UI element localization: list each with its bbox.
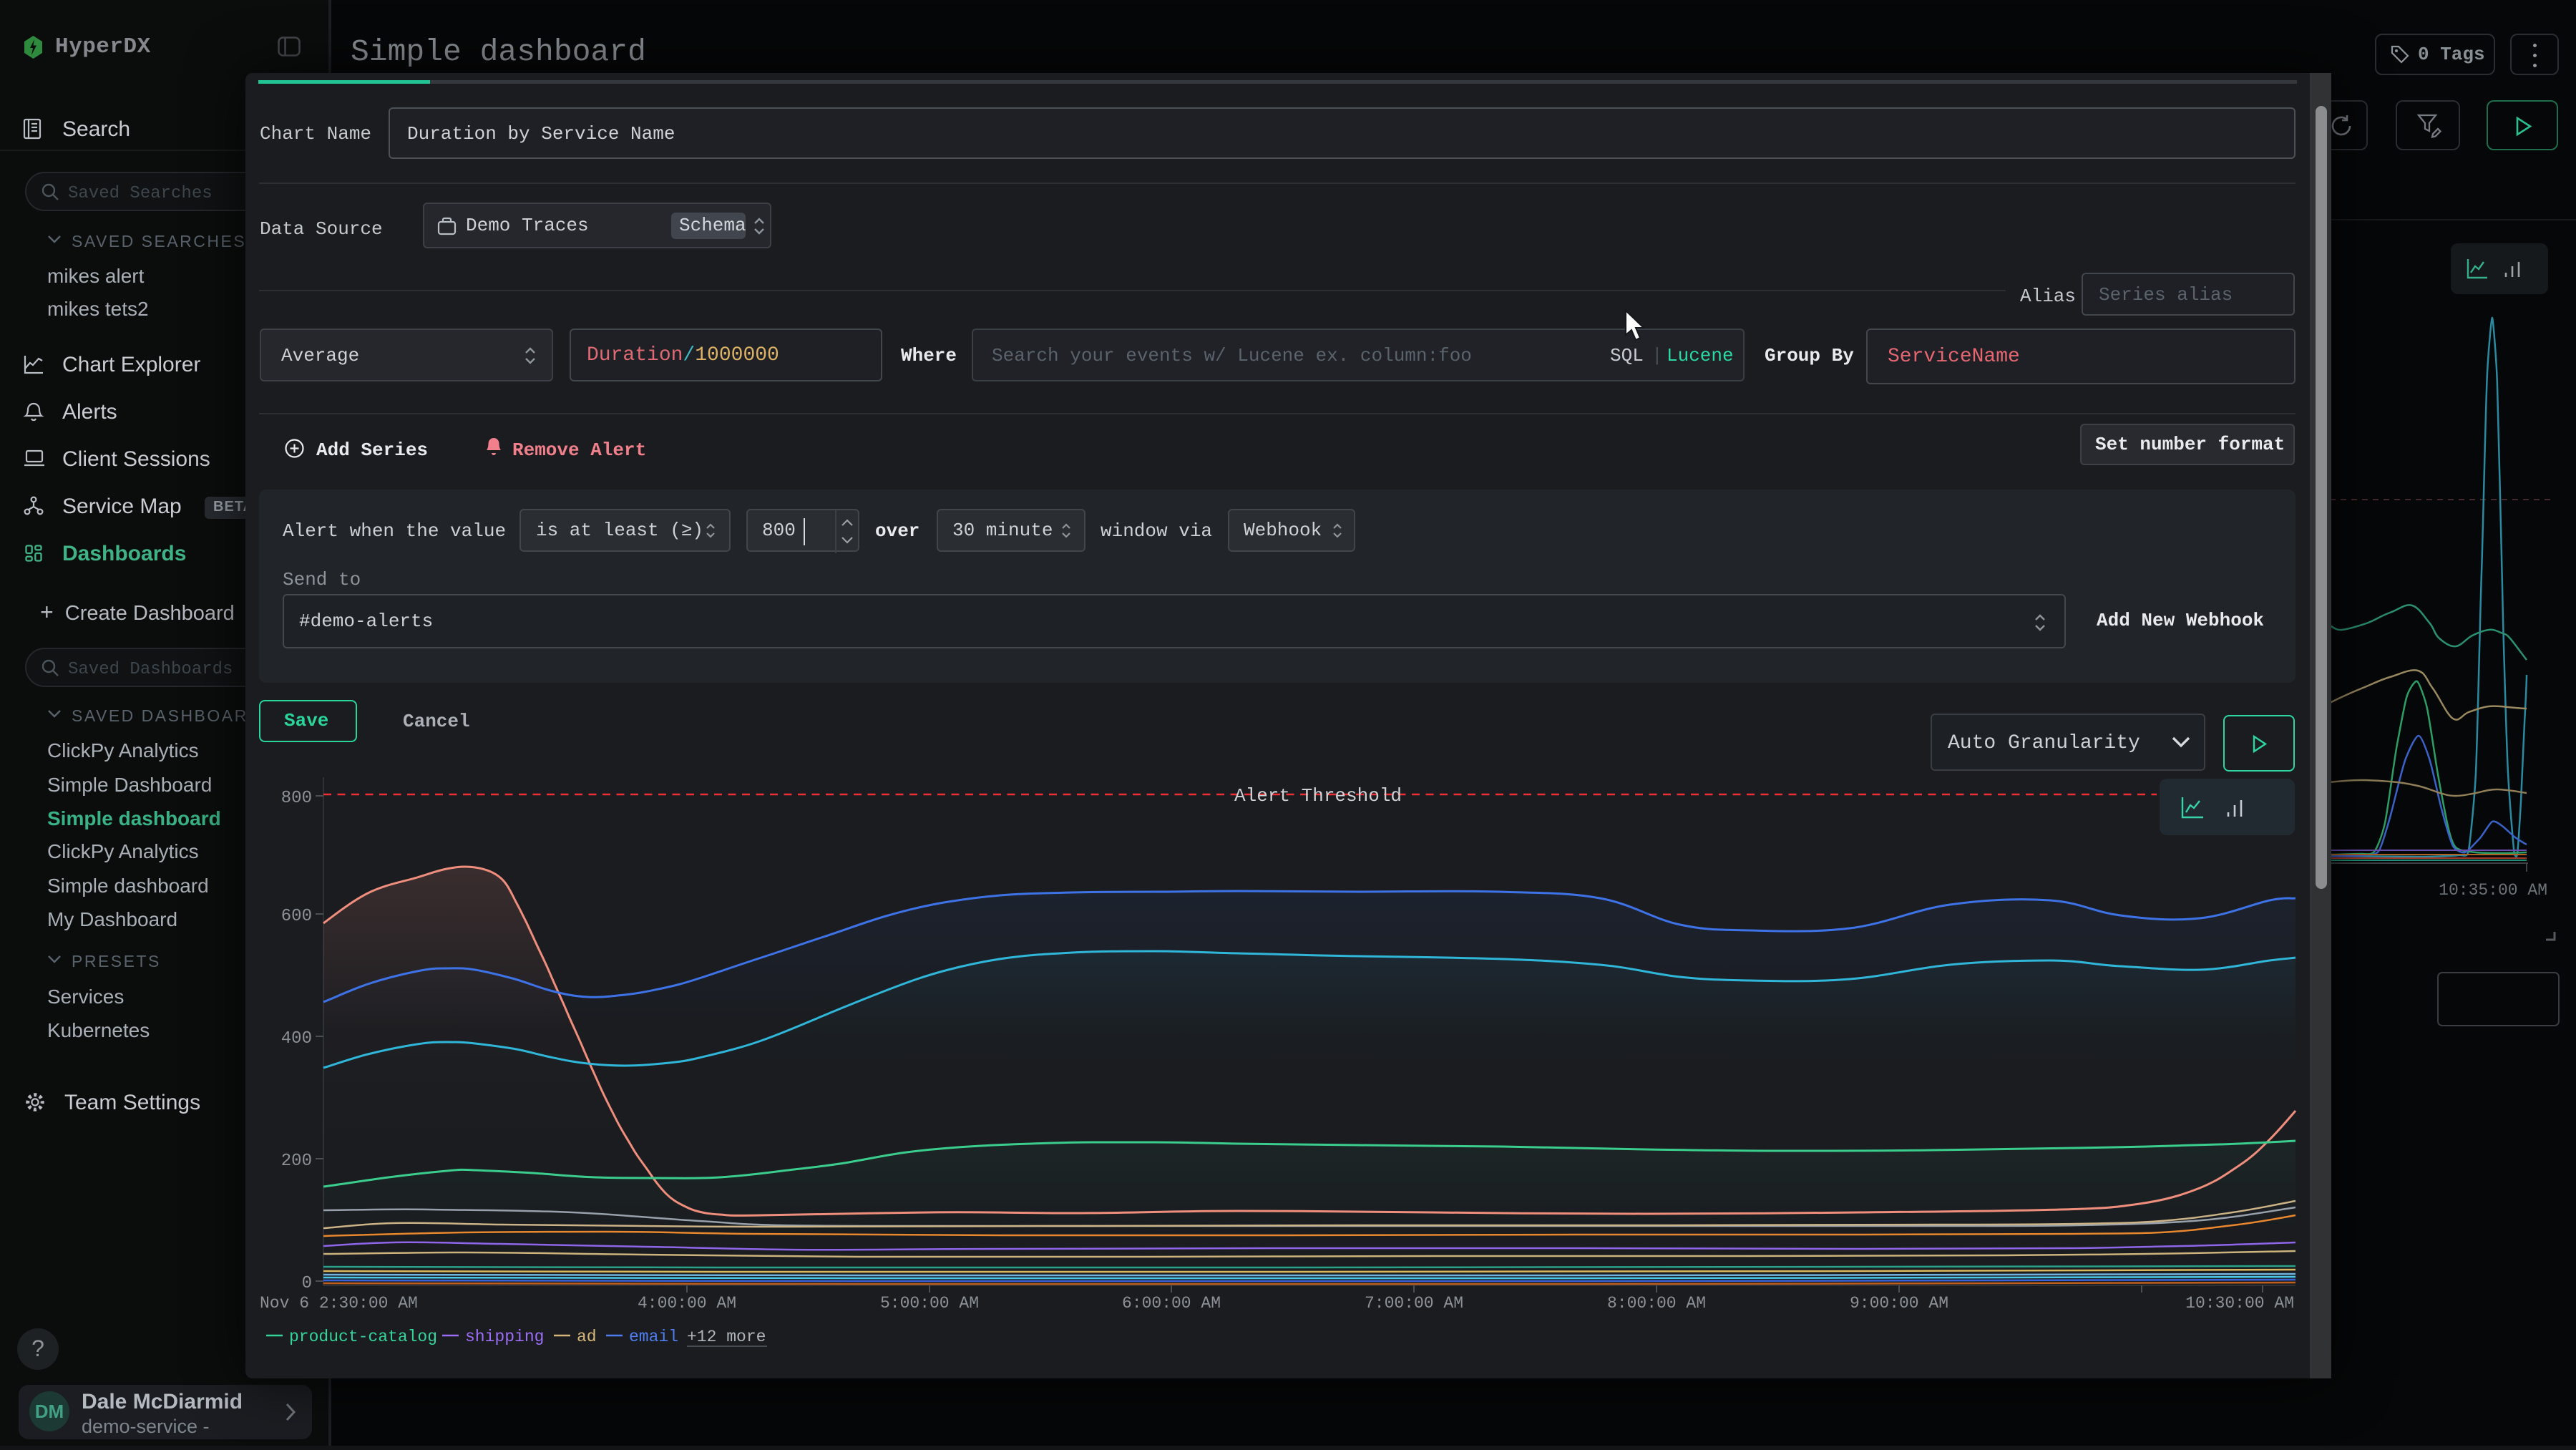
svg-text:8:00:00 AM: 8:00:00 AM	[1607, 1294, 1706, 1313]
svg-text:4:00:00 AM: 4:00:00 AM	[638, 1294, 736, 1313]
svg-text:+12 more: +12 more	[687, 1328, 766, 1346]
svg-text:400: 400	[281, 1029, 312, 1048]
svg-text:Nov 6 2:30:00 AM: Nov 6 2:30:00 AM	[260, 1294, 418, 1313]
svg-text:5:00:00 AM: 5:00:00 AM	[880, 1294, 979, 1313]
svg-text:800: 800	[281, 789, 312, 808]
svg-text:10:30:00 AM: 10:30:00 AM	[2185, 1294, 2294, 1313]
svg-text:product-catalog: product-catalog	[289, 1328, 437, 1346]
svg-text:9:00:00 AM: 9:00:00 AM	[1850, 1294, 1948, 1313]
svg-text:600: 600	[281, 907, 312, 926]
svg-text:shipping: shipping	[465, 1328, 544, 1346]
svg-text:Alert Threshold: Alert Threshold	[1234, 785, 1402, 807]
svg-text:ad: ad	[577, 1328, 597, 1346]
svg-text:email: email	[629, 1328, 678, 1346]
svg-text:6:00:00 AM: 6:00:00 AM	[1122, 1294, 1221, 1313]
svg-text:0: 0	[302, 1274, 312, 1293]
svg-text:200: 200	[281, 1152, 312, 1171]
svg-text:7:00:00 AM: 7:00:00 AM	[1365, 1294, 1463, 1313]
